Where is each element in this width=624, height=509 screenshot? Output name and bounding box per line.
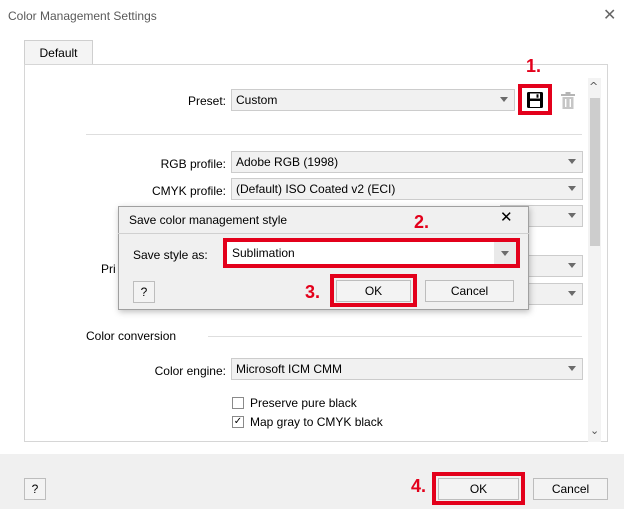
section-divider xyxy=(208,336,582,337)
checkmark-icon: ✓ xyxy=(233,416,243,427)
window-close-icon[interactable]: ✕ xyxy=(603,5,616,24)
color-engine-value: Microsoft ICM CMM xyxy=(236,362,342,376)
chevron-down-icon xyxy=(568,291,576,296)
cancel-button[interactable]: Cancel xyxy=(533,478,608,500)
preserve-black-checkbox[interactable] xyxy=(232,397,244,409)
save-dialog-help-button[interactable]: ? xyxy=(133,281,155,303)
preset-label: Preset: xyxy=(187,94,226,108)
step-3-marker: 3. xyxy=(305,282,321,302)
scrollbar-thumb[interactable] xyxy=(590,98,600,246)
preset-value: Custom xyxy=(236,93,278,107)
preserve-black-label: Preserve pure black xyxy=(250,396,357,410)
trash-icon[interactable] xyxy=(560,92,576,110)
chevron-down-icon xyxy=(568,186,576,191)
color-engine-select[interactable]: Microsoft ICM CMM xyxy=(231,358,583,380)
cmyk-profile-select[interactable]: (Default) ISO Coated v2 (ECI) xyxy=(231,178,583,200)
save-style-input[interactable]: Sublimation xyxy=(227,242,516,264)
preset-select[interactable]: Custom xyxy=(231,89,515,111)
rgb-profile-value: Adobe RGB (1998) xyxy=(236,155,339,169)
map-gray-checkbox[interactable]: ✓ xyxy=(232,416,244,428)
scroll-down-icon[interactable]: ⌄ xyxy=(590,424,599,437)
rgb-profile-label: RGB profile: xyxy=(160,157,226,171)
tab-default[interactable]: Default xyxy=(24,40,93,65)
window-title: Color Management Settings xyxy=(8,9,157,23)
color-conversion-heading: Color conversion xyxy=(86,329,177,343)
chevron-down-icon xyxy=(568,263,576,268)
step-1-marker: 1. xyxy=(526,56,542,76)
rgb-profile-select[interactable]: Adobe RGB (1998) xyxy=(231,151,583,173)
chevron-down-icon xyxy=(568,366,576,371)
chevron-down-icon xyxy=(501,251,509,256)
map-gray-label: Map gray to CMYK black xyxy=(250,415,383,429)
partial-label: Pri xyxy=(101,262,116,276)
save-dialog-cancel-button[interactable]: Cancel xyxy=(425,280,514,302)
save-dialog-ok-button[interactable]: OK xyxy=(336,280,411,302)
cmyk-profile-value: (Default) ISO Coated v2 (ECI) xyxy=(236,182,396,196)
ok-button[interactable]: OK xyxy=(438,478,519,500)
dialog-close-icon[interactable]: ✕ xyxy=(500,208,513,226)
save-icon[interactable] xyxy=(526,91,544,109)
save-style-dropdown[interactable] xyxy=(494,242,516,264)
step-4-marker: 4. xyxy=(411,476,427,496)
step-2-marker: 2. xyxy=(414,212,430,232)
scroll-up-icon[interactable]: ^ xyxy=(589,80,598,93)
chevron-down-icon xyxy=(500,97,508,102)
help-button[interactable]: ? xyxy=(24,478,46,500)
divider xyxy=(86,134,582,135)
footer-bar xyxy=(0,454,624,509)
save-style-label: Save style as: xyxy=(133,248,208,262)
color-engine-label: Color engine: xyxy=(154,364,226,378)
cmyk-profile-label: CMYK profile: xyxy=(151,184,226,198)
save-dialog-title: Save color management style xyxy=(129,213,288,227)
chevron-down-icon xyxy=(568,159,576,164)
dialog-divider xyxy=(118,233,529,234)
chevron-down-icon xyxy=(568,213,576,218)
